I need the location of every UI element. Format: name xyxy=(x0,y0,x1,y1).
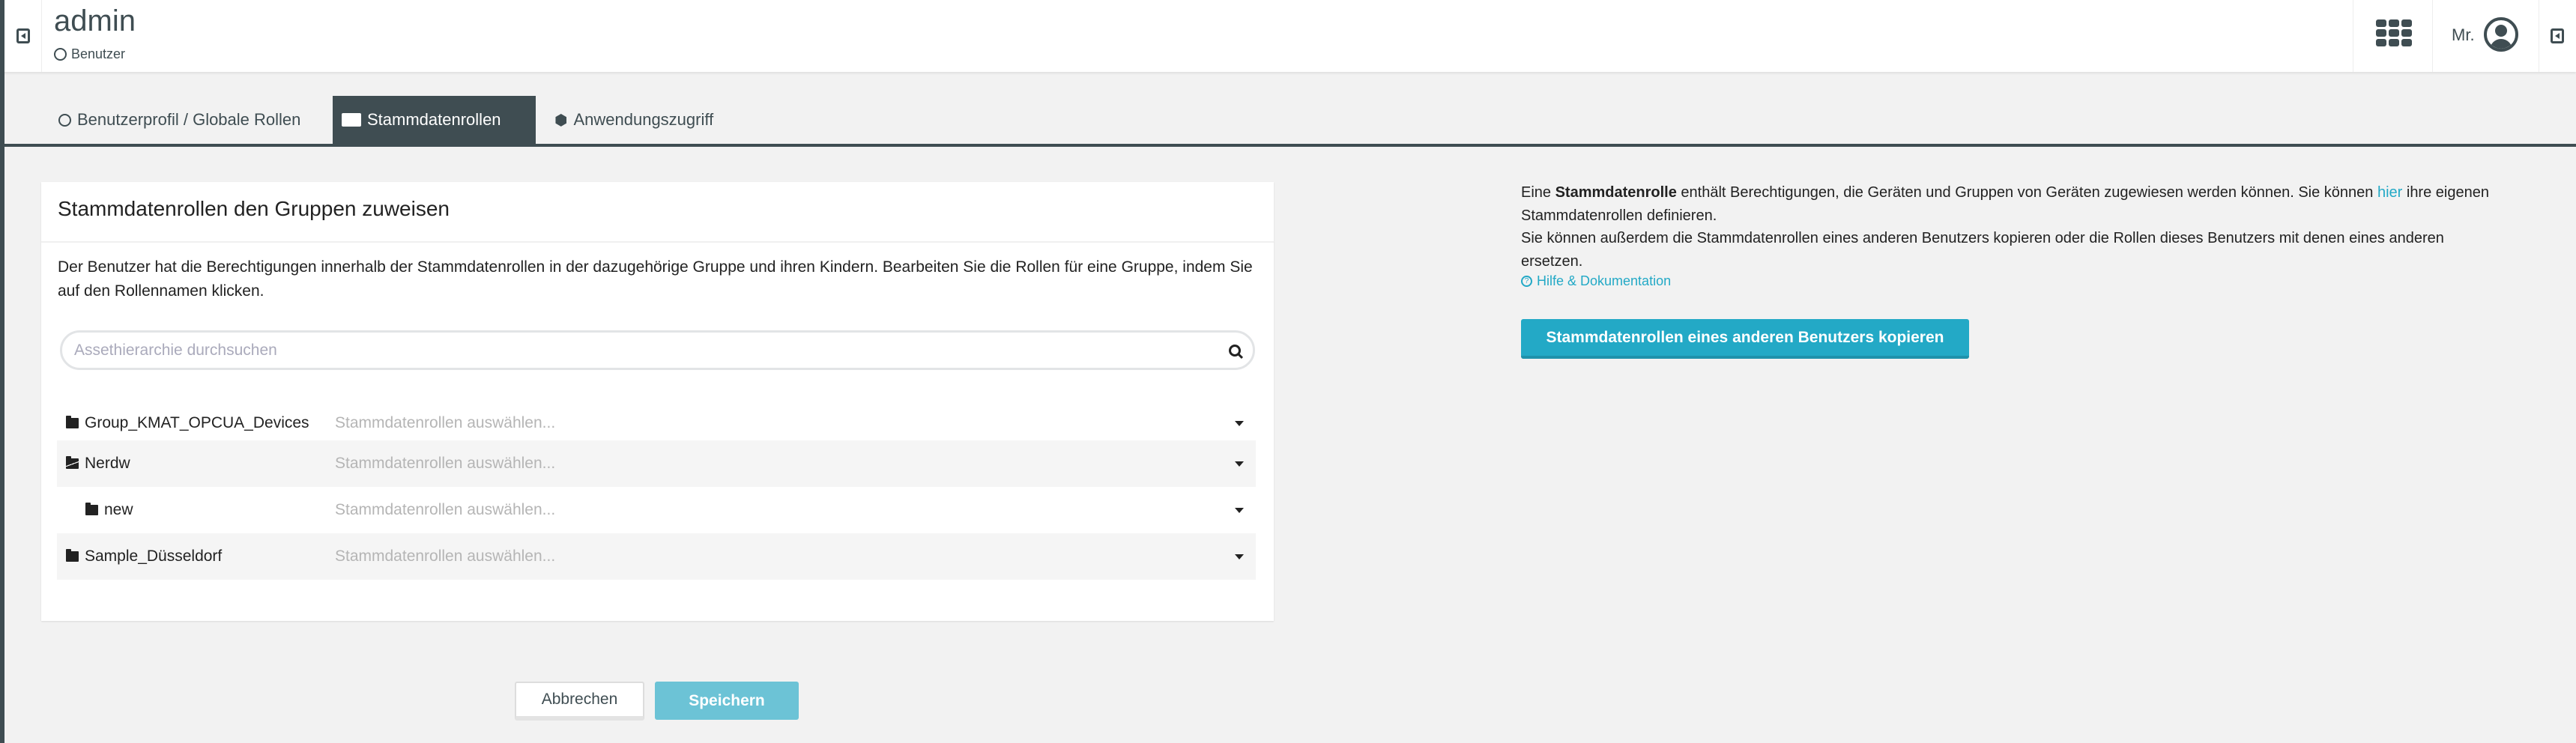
save-button[interactable]: Speichern xyxy=(655,682,799,720)
collapse-right-button[interactable] xyxy=(2539,0,2576,72)
user-icon xyxy=(58,113,71,127)
info-text: Eine Stammdatenrolle enthält Berechtigun… xyxy=(1521,184,2489,270)
search-input[interactable] xyxy=(74,341,1229,360)
top-bar xyxy=(0,0,2576,72)
user-icon xyxy=(54,48,67,61)
tab-label: Anwendungszugriff xyxy=(573,110,714,129)
tab-label: Stammdatenrollen xyxy=(367,110,501,129)
chevron-down-icon[interactable] xyxy=(1235,507,1244,513)
panel-description: Der Benutzer hat die Berechtigungen inne… xyxy=(58,258,1253,300)
collapse-icon xyxy=(2551,28,2564,43)
help-link[interactable]: ? Hilfe & Dokumentation xyxy=(1521,273,1671,289)
collapse-icon xyxy=(16,28,30,43)
divider xyxy=(41,241,1274,243)
chevron-down-icon[interactable] xyxy=(1235,461,1244,467)
folder-icon xyxy=(66,549,79,562)
help-label: Hilfe & Dokumentation xyxy=(1537,273,1672,288)
folder-icon xyxy=(66,416,79,428)
copy-roles-button[interactable]: Stammdatenrollen eines anderen Benutzers… xyxy=(1521,319,1969,359)
assign-roles-panel: Stammdatenrollen den Gruppen zuweisen De… xyxy=(41,182,1274,621)
collapse-left-button[interactable] xyxy=(4,0,42,72)
id-card-icon xyxy=(342,113,361,127)
breadcrumb[interactable]: Benutzer xyxy=(54,46,125,62)
chevron-down-icon[interactable] xyxy=(1235,554,1244,559)
cancel-button[interactable]: Abbrechen xyxy=(515,682,644,721)
group-row[interactable]: Sample_Düsseldorf Stammdatenrollen auswäh… xyxy=(57,533,1256,580)
help-icon: ? xyxy=(1521,276,1532,287)
role-select[interactable]: Stammdatenrollen auswählen... xyxy=(335,455,555,473)
group-row[interactable]: new Stammdatenrollen auswählen... xyxy=(57,487,1256,533)
tab-benutzerprofil[interactable]: Benutzerprofil / Globale Rollen xyxy=(49,96,309,144)
group-name: Group_KMAT_OPCUA_Devices xyxy=(85,414,309,431)
define-roles-link[interactable]: hier xyxy=(2377,184,2402,201)
group-row[interactable]: Group_KMAT_OPCUA_Devices Stammdatenrollen… xyxy=(57,400,1256,446)
role-select[interactable]: Stammdatenrollen auswählen... xyxy=(335,414,555,432)
tab-underline xyxy=(0,144,2576,147)
search-field[interactable] xyxy=(60,330,1255,370)
breadcrumb-label: Benutzer xyxy=(71,46,126,61)
page-title: admin xyxy=(54,4,136,37)
group-row[interactable]: Nerdw Stammdatenrollen auswählen... xyxy=(57,440,1256,487)
tab-stammdatenrollen[interactable]: Stammdatenrollen xyxy=(333,96,536,144)
avatar[interactable] xyxy=(2484,17,2518,52)
group-name: Sample_Düsseldorf xyxy=(85,548,223,565)
chevron-down-icon[interactable] xyxy=(1235,420,1244,426)
panel-title: Stammdatenrollen den Gruppen zuweisen xyxy=(58,197,450,220)
cubes-icon: ⬢ xyxy=(554,112,568,129)
tab-label: Benutzerprofil / Globale Rollen xyxy=(77,110,301,129)
search-icon[interactable] xyxy=(1229,344,1241,357)
tab-anwendungszugriff[interactable]: ⬢ Anwendungszugriff xyxy=(545,96,722,144)
group-name: Nerdw xyxy=(85,455,130,472)
role-select[interactable]: Stammdatenrollen auswählen... xyxy=(335,501,555,519)
apps-grid-icon[interactable] xyxy=(2376,19,2412,46)
folder-icon xyxy=(85,503,98,515)
sidebar-strip xyxy=(0,0,4,743)
role-select[interactable]: Stammdatenrollen auswählen... xyxy=(335,548,555,565)
folder-open-icon xyxy=(66,456,79,469)
divider xyxy=(2432,0,2433,72)
user-name[interactable]: Mr. xyxy=(2452,25,2475,45)
group-name: new xyxy=(104,501,133,518)
